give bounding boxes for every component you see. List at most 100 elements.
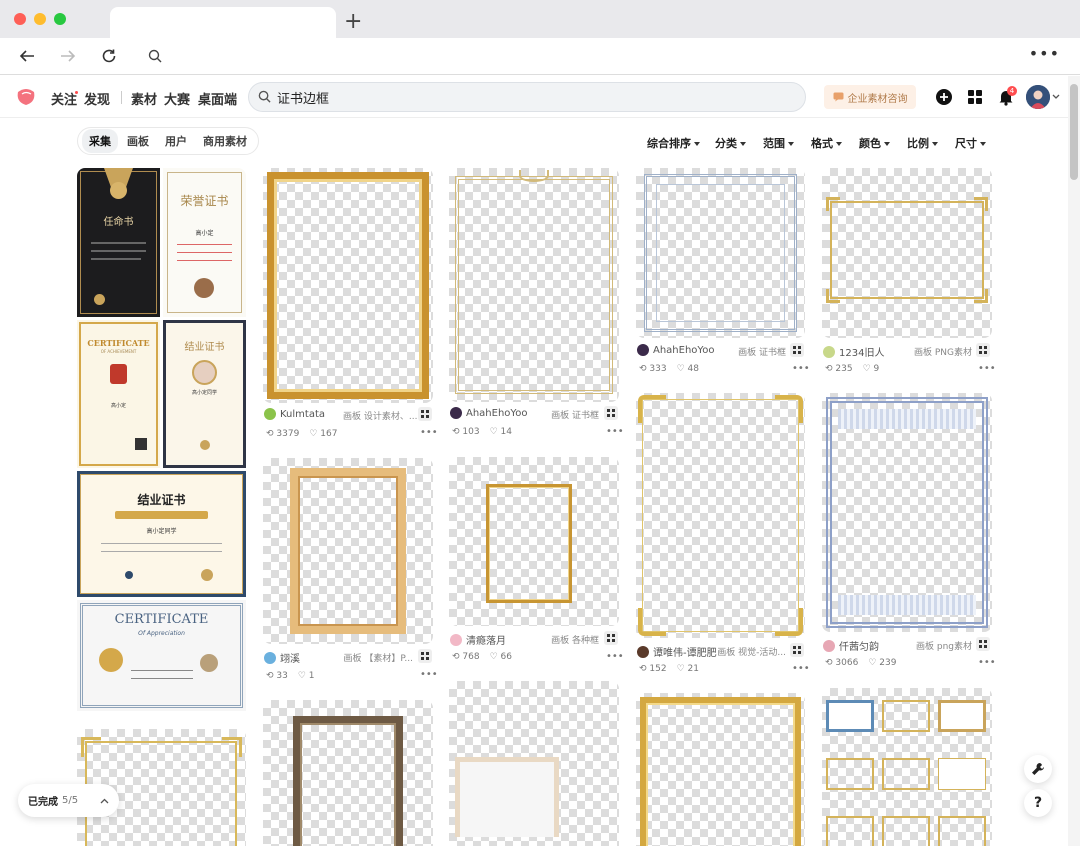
board-grid-icon[interactable] — [790, 343, 804, 357]
tab-users[interactable]: 用户 — [158, 129, 194, 153]
pin-board-p3[interactable]: 画板 证书框 — [727, 345, 786, 358]
nav-discover[interactable]: 发现 — [84, 89, 110, 108]
pin-board-p7[interactable]: 画板 视觉-活动... — [716, 645, 786, 658]
pin-card-collage[interactable]: 任命书 荣誉证书 高小定 CERTIFICATE OF ACHIEVEMENT … — [77, 168, 246, 711]
more-options-icon[interactable]: ••• — [420, 669, 438, 680]
pin-board-p8[interactable]: 画板 png素材 — [902, 639, 972, 652]
pin-author-p7[interactable]: 谭唯伟-谭肥肥 — [637, 644, 717, 659]
chevron-down-icon[interactable] — [1052, 94, 1060, 100]
cert1-title: 任命书 — [103, 217, 134, 228]
maximize-window-button[interactable] — [54, 13, 66, 25]
pin-image-frame-blue-guilloche[interactable] — [822, 393, 992, 632]
guilloche-band — [838, 409, 976, 429]
board-grid-icon[interactable] — [418, 649, 432, 663]
more-options-icon[interactable]: ••• — [606, 426, 624, 437]
more-options-icon[interactable]: ••• — [606, 651, 624, 662]
pin-author-p1[interactable]: Kulmtata — [264, 408, 325, 420]
address-bar[interactable] — [138, 42, 1010, 70]
cert-appointment-thumbnail: 任命书 — [77, 168, 160, 317]
blue-guilloche-frame — [826, 397, 988, 628]
pin-author-p2[interactable]: AhahEhoYoo — [450, 407, 527, 419]
pin-board-p6[interactable]: 画板 各种框 — [540, 633, 599, 646]
pin-image-frame-wood[interactable] — [263, 458, 433, 644]
pin-author-p3[interactable]: AhahEhoYoo — [637, 344, 714, 356]
logo-icon — [125, 571, 133, 579]
pin-board-p2[interactable]: 画板 证书框 — [540, 408, 599, 421]
filter-color[interactable]: 颜色 — [859, 135, 890, 151]
pin-board-p1[interactable]: 画板 设计素材、... — [343, 409, 417, 422]
arrow-right-icon — [61, 50, 76, 62]
nav-contest[interactable]: 大赛 — [164, 89, 190, 108]
add-icon[interactable] — [935, 88, 953, 106]
pin-image-frame-white-wood[interactable] — [449, 681, 619, 846]
more-options-icon[interactable]: ••• — [978, 363, 996, 374]
more-options-icon[interactable]: ••• — [792, 363, 810, 374]
pin-author-p8[interactable]: 仟茜匀韵 — [823, 638, 879, 653]
more-options-icon[interactable]: ••• — [792, 663, 810, 674]
pin-image-frame-gold-scroll[interactable] — [822, 168, 992, 338]
like-count: ♡ 48 — [676, 364, 699, 374]
page-scrollbar[interactable] — [1068, 76, 1080, 846]
gold-frame — [640, 697, 801, 846]
filter-size[interactable]: 尺寸 — [955, 135, 986, 151]
pin-image-frame-dark-wood[interactable] — [263, 700, 433, 846]
pin-image-frame-gold-filigree[interactable] — [449, 168, 619, 402]
medal-icon — [110, 364, 127, 384]
tab-commercial[interactable]: 商用素材 — [196, 129, 254, 153]
filter-scope[interactable]: 范围 — [763, 135, 794, 151]
pin-author-p4[interactable]: 1234旧人 — [823, 344, 884, 359]
filter-category[interactable]: 分类 — [715, 135, 746, 151]
pin-author-p5[interactable]: 翊溪 — [264, 650, 300, 665]
like-count: ♡ 1 — [297, 671, 315, 681]
cert3-sub: OF ACHIEVEMENT — [100, 349, 137, 354]
board-grid-icon[interactable] — [790, 643, 804, 657]
board-grid-icon[interactable] — [604, 406, 618, 420]
filter-sort[interactable]: 综合排序 — [647, 135, 700, 151]
filter-ratio[interactable]: 比例 — [907, 135, 938, 151]
pin-image-frame-collection[interactable] — [822, 688, 992, 846]
board-grid-icon[interactable] — [976, 637, 990, 651]
more-options-icon[interactable]: ••• — [420, 427, 438, 438]
nav-material[interactable]: 素材 — [131, 89, 157, 108]
nav-follow[interactable]: 关注 — [51, 89, 77, 108]
browser-tab[interactable] — [110, 7, 336, 39]
site-header: 关注 发现 素材 大赛 桌面端 企业素材咨询 4 — [0, 76, 1068, 118]
search-input[interactable] — [277, 88, 777, 106]
tab-boards[interactable]: 画板 — [120, 129, 156, 153]
upload-status-pill[interactable]: 已完成 5/5 — [18, 784, 119, 817]
close-window-button[interactable] — [14, 13, 26, 25]
seal-icon — [194, 278, 214, 298]
tools-button[interactable] — [1024, 755, 1052, 783]
chevron-up-icon[interactable] — [100, 798, 109, 804]
browser-menu-button[interactable]: ••• — [1029, 44, 1060, 63]
back-button[interactable] — [15, 44, 39, 68]
pin-image-frame-gold-corners[interactable] — [636, 393, 805, 638]
search-box[interactable] — [248, 82, 806, 112]
filter-format-label: 格式 — [811, 137, 833, 150]
forward-button[interactable] — [56, 44, 80, 68]
pin-author-p6[interactable]: 清瘾落月 — [450, 632, 506, 647]
help-button[interactable]: ? — [1024, 789, 1052, 817]
minimize-window-button[interactable] — [34, 13, 46, 25]
tab-pins[interactable]: 采集 — [82, 129, 118, 153]
board-grid-icon[interactable] — [604, 631, 618, 645]
scrollbar-thumb[interactable] — [1070, 84, 1078, 180]
pin-board-p5[interactable]: 画板 【素材】P... — [343, 651, 413, 664]
nav-desktop[interactable]: 桌面端 — [198, 89, 237, 108]
pin-image-frame-gold-bold[interactable] — [636, 693, 805, 846]
pin-image-frame-gold-wood[interactable] — [263, 168, 433, 403]
enterprise-consult-button[interactable]: 企业素材咨询 — [824, 85, 916, 109]
apps-grid-icon[interactable] — [966, 88, 984, 106]
reload-button[interactable] — [97, 44, 121, 68]
pin-board-p4[interactable]: 画板 PNG素材 — [902, 345, 972, 358]
new-tab-button[interactable]: + — [344, 9, 362, 35]
huaban-logo-icon[interactable] — [16, 88, 36, 106]
pin-image-frame-blue-ornate[interactable] — [636, 168, 805, 338]
filter-format[interactable]: 格式 — [811, 135, 842, 151]
thin-gold-frame — [486, 484, 572, 603]
pin-image-frame-thin-gold[interactable] — [449, 457, 619, 626]
user-avatar[interactable] — [1026, 85, 1050, 109]
board-grid-icon[interactable] — [418, 407, 432, 421]
board-grid-icon[interactable] — [976, 343, 990, 357]
more-options-icon[interactable]: ••• — [978, 657, 996, 668]
